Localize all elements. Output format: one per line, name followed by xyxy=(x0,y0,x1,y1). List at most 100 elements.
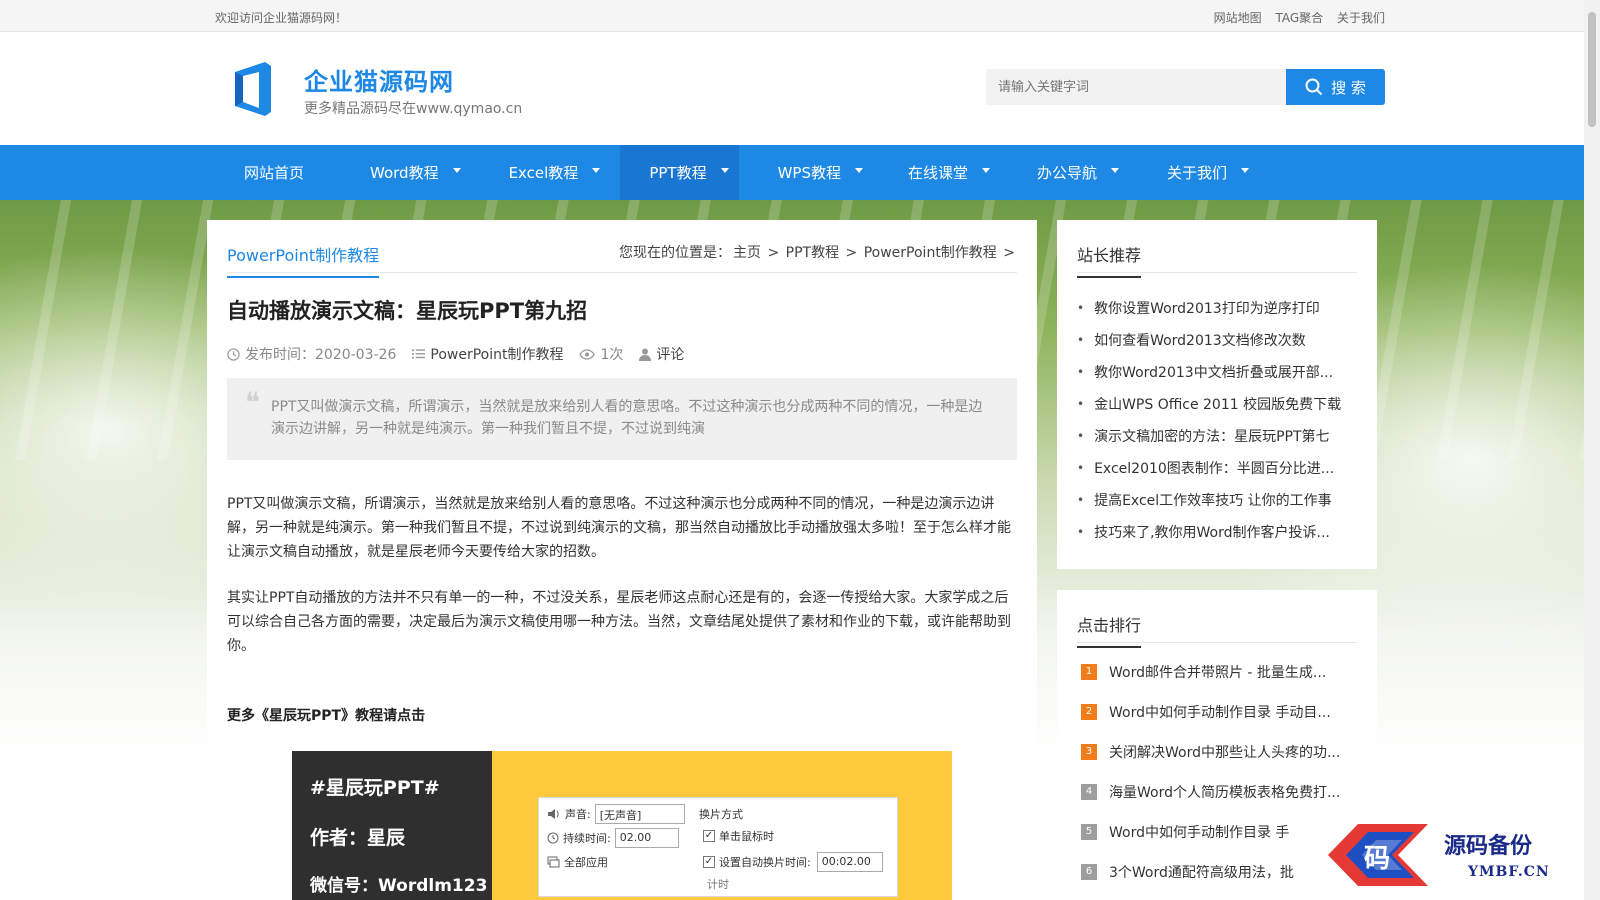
logo-icon[interactable] xyxy=(227,60,277,118)
caret-down-icon xyxy=(854,168,863,173)
rank-text: Word邮件合并带照片 - 批量生成... xyxy=(1109,665,1327,681)
rank-item[interactable]: 1 Word邮件合并带照片 - 批量生成... xyxy=(1081,652,1367,692)
article-title: 自动播放演示文稿：星辰玩PPT第九招 xyxy=(227,299,588,323)
dlg-sound-label: 声音: xyxy=(565,808,591,821)
article-card: PowerPoint制作教程 您现在的位置是： 主页 > PPT教程 > Powe… xyxy=(207,220,1037,900)
rank-text: Word中如何手动制作目录 手动目... xyxy=(1109,705,1331,721)
article-meta: 发布时间：2020-03-26 PowerPoint制作教程 1次 评论 xyxy=(227,344,700,364)
scrollbar-thumb[interactable] xyxy=(1588,12,1596,127)
article-paragraph-1: PPT又叫做演示文稿，所谓演示，当然就是放来给别人看的意思咯。不过这种演示也分成… xyxy=(227,496,1011,560)
list-item[interactable]: 教你设置Word2013打印为逆序打印 xyxy=(1077,292,1367,324)
image-line-3: 微信号：Wordlm123 xyxy=(310,876,488,896)
nav-label: WPS教程 xyxy=(777,164,841,182)
watermark-logo: 码 源码备份 YMBF.CN xyxy=(1318,820,1584,890)
breadcrumb-category[interactable]: PowerPoint制作教程 xyxy=(864,245,997,261)
rank-item[interactable]: 4 海量Word个人简历模板表格免费打... xyxy=(1081,772,1367,812)
image-line-2: 作者：星辰 xyxy=(310,827,406,849)
caret-down-icon xyxy=(720,168,729,173)
nav-label: 办公导航 xyxy=(1037,164,1098,182)
watermark-name: 源码备份 xyxy=(1444,833,1533,859)
rank-number: 3 xyxy=(1081,744,1097,760)
nav-online-class[interactable]: 在线课堂 xyxy=(883,145,1010,200)
sound-icon xyxy=(548,809,559,819)
page-scrollbar[interactable] xyxy=(1584,0,1600,900)
nav-home[interactable]: 网站首页 xyxy=(215,145,333,200)
breadcrumb: 您现在的位置是： 主页 > PPT教程 > PowerPoint制作教程 > xyxy=(617,242,1015,262)
rank-number: 2 xyxy=(1081,704,1097,720)
about-link[interactable]: 关于我们 xyxy=(1337,11,1385,25)
top-bar: 欢迎访问企业猫源码网！ 网站地图 TAG聚合 关于我们 xyxy=(0,0,1600,32)
list-item[interactable]: 演示文稿加密的方法：星辰玩PPT第七 xyxy=(1077,420,1367,452)
caret-down-icon xyxy=(982,168,990,173)
rank-number: 5 xyxy=(1081,824,1097,840)
more-tutorials-link[interactable]: 更多《星辰玩PPT》教程请点击 xyxy=(227,705,425,725)
rank-text: 海量Word个人简历模板表格免费打... xyxy=(1109,785,1341,801)
comments-link[interactable]: 评论 xyxy=(639,344,684,364)
checkbox-icon: ✓ xyxy=(703,830,715,842)
list-item[interactable]: Excel2010图表制作：半圆百分比进... xyxy=(1077,452,1367,484)
caret-down-icon xyxy=(1241,168,1250,173)
recommend-list: 教你设置Word2013打印为逆序打印 如何查看Word2013文档修改次数 教… xyxy=(1077,292,1367,548)
nav-office-nav[interactable]: 办公导航 xyxy=(1010,145,1139,200)
view-count-text: 1次 xyxy=(600,347,624,363)
dlg-apply-all: 全部应用 xyxy=(564,856,608,869)
breadcrumb-ppt[interactable]: PPT教程 xyxy=(786,245,839,261)
image-line-1: #星辰玩PPT# xyxy=(310,777,440,799)
rank-item[interactable]: 3 关闭解决Word中那些让人头疼的功... xyxy=(1081,732,1367,772)
dlg-sound-value: [无声音] xyxy=(594,804,685,824)
timing-dialog-image: 声音: [无声音] 持续时间: 02.00 全部应用 换片方式 ✓ 单击鼠标时 ✓… xyxy=(538,797,898,897)
nav-label: PPT教程 xyxy=(649,164,707,182)
clock-icon xyxy=(227,347,240,361)
nav-label: Word教程 xyxy=(370,164,439,182)
rank-text: 3个Word通配符高级用法，批 xyxy=(1109,865,1294,881)
breadcrumb-prefix: 您现在的位置是： xyxy=(619,245,731,261)
nav-about[interactable]: 关于我们 xyxy=(1139,145,1269,200)
site-name[interactable]: 企业猫源码网 xyxy=(304,62,454,97)
dlg-timing: 计时 xyxy=(707,878,729,891)
article-image-cover: #星辰玩PPT# 作者：星辰 微信号：Wordlm123 xyxy=(292,751,492,900)
article-paragraph-2: 其实让PPT自动播放的方法并不只有单一的一种，不过没关系，星辰老师这点耐心还是有… xyxy=(227,590,1011,654)
nav-label: Excel教程 xyxy=(508,164,579,182)
list-item[interactable]: 教你Word2013中文档折叠或展开部... xyxy=(1077,356,1367,388)
top-links: 网站地图 TAG聚合 关于我们 xyxy=(1204,9,1385,26)
caret-down-icon xyxy=(592,168,601,173)
nav-ppt[interactable]: PPT教程 xyxy=(620,145,739,200)
article-image-screenshot: 声音: [无声音] 持续时间: 02.00 全部应用 换片方式 ✓ 单击鼠标时 ✓… xyxy=(492,751,952,900)
breadcrumb-home[interactable]: 主页 xyxy=(733,245,761,261)
rank-item[interactable]: 2 Word中如何手动制作目录 手动目... xyxy=(1081,692,1367,732)
rank-number: 1 xyxy=(1081,664,1097,680)
eye-icon xyxy=(579,348,596,360)
list-item[interactable]: 提高Excel工作效率技巧 让你的工作事 xyxy=(1077,484,1367,516)
article-category-text: PowerPoint制作教程 xyxy=(430,347,564,363)
breadcrumb-sep: > xyxy=(845,245,858,261)
nav-label: 在线课堂 xyxy=(907,164,968,182)
caret-down-icon xyxy=(1111,168,1120,173)
dlg-duration-label: 持续时间: xyxy=(563,832,611,845)
nav-word[interactable]: Word教程 xyxy=(333,145,481,200)
breadcrumb-sep: > xyxy=(1003,245,1015,261)
view-count: 1次 xyxy=(579,344,623,364)
nav-excel[interactable]: Excel教程 xyxy=(481,145,621,200)
clock-icon xyxy=(547,832,559,844)
comments-text: 评论 xyxy=(656,347,685,363)
publish-time-text: 发布时间：2020-03-26 xyxy=(245,347,397,363)
checkbox-icon: ✓ xyxy=(703,856,715,868)
watermark-domain: YMBF.CN xyxy=(1468,864,1550,880)
nav-wps[interactable]: WPS教程 xyxy=(739,145,883,200)
article-category[interactable]: PowerPoint制作教程 xyxy=(412,344,563,364)
nav-label: 网站首页 xyxy=(244,164,305,182)
list-item[interactable]: 如何查看Word2013文档修改次数 xyxy=(1077,324,1367,356)
dlg-switch-title: 换片方式 xyxy=(699,808,743,821)
watermark-char: 码 xyxy=(1364,844,1391,874)
tag-link[interactable]: TAG聚合 xyxy=(1275,11,1323,25)
rank-text: Word中如何手动制作目录 手 xyxy=(1109,825,1290,841)
rank-text: 关闭解决Word中那些让人头疼的功... xyxy=(1109,745,1341,761)
search-input[interactable] xyxy=(986,69,1286,105)
search-button[interactable]: 搜 索 xyxy=(1286,69,1385,105)
list-item[interactable]: 金山WPS Office 2011 校园版免费下载 xyxy=(1077,388,1367,420)
welcome-text: 欢迎访问企业猫源码网！ xyxy=(215,11,348,25)
caret-down-icon xyxy=(452,168,461,173)
list-item[interactable]: 技巧来了,教你用Word制作客户投诉... xyxy=(1077,516,1367,548)
sitemap-link[interactable]: 网站地图 xyxy=(1214,11,1262,25)
rank-number: 4 xyxy=(1081,784,1097,800)
